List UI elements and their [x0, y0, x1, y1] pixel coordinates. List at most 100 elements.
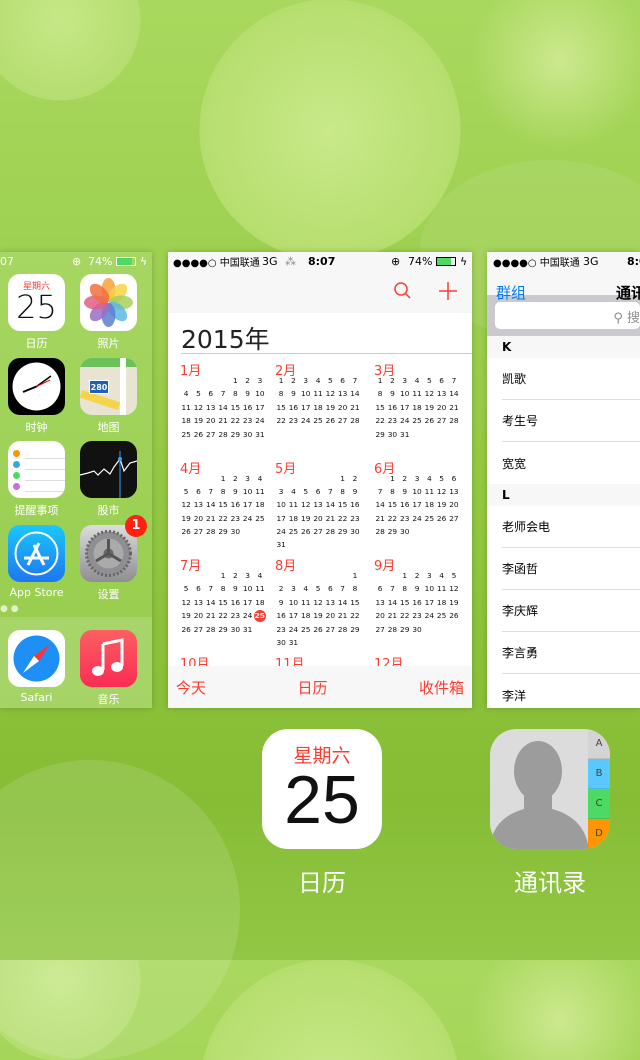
day[interactable]: 16 [411, 596, 423, 609]
day[interactable]: 11 [287, 498, 299, 511]
day[interactable]: 29 [349, 623, 361, 636]
day[interactable]: 27 [192, 623, 204, 636]
day[interactable]: 23 [349, 512, 361, 525]
day[interactable]: 16 [386, 401, 398, 414]
day[interactable]: 5 [423, 374, 435, 387]
day[interactable]: 27 [205, 428, 217, 441]
day[interactable]: 9 [229, 582, 241, 595]
day[interactable]: 30 [349, 525, 361, 538]
day[interactable]: 18 [411, 401, 423, 414]
day[interactable]: 10 [241, 582, 253, 595]
day[interactable]: 5 [300, 485, 312, 498]
day[interactable]: 23 [287, 414, 299, 427]
day[interactable]: 27 [435, 414, 447, 427]
contact-row[interactable]: 李函哲 [502, 548, 640, 590]
day[interactable]: 14 [217, 401, 229, 414]
day[interactable]: 13 [374, 596, 386, 609]
day[interactable]: 22 [386, 512, 398, 525]
day[interactable]: 13 [192, 498, 204, 511]
day[interactable]: 1 [275, 374, 287, 387]
day[interactable]: 5 [192, 387, 204, 400]
day[interactable]: 11 [411, 387, 423, 400]
switcher-calendar[interactable]: 星期六 25 日历 [262, 729, 382, 898]
day[interactable]: 9 [411, 582, 423, 595]
day[interactable]: 9 [386, 387, 398, 400]
day[interactable]: 4 [180, 387, 192, 400]
day[interactable]: 7 [336, 582, 348, 595]
day[interactable]: 25 [300, 623, 312, 636]
day[interactable]: 2 [229, 472, 241, 485]
day[interactable]: 16 [287, 401, 299, 414]
day[interactable]: 19 [423, 401, 435, 414]
calendar-app-card[interactable]: ●●●●○ 中国联通 3G ⁂ 8:07 ⊕ 74% ϟ 2015年 1月 1 2 3… [168, 252, 472, 708]
day[interactable]: 7 [386, 582, 398, 595]
contact-row[interactable]: 凯歌 [502, 358, 640, 400]
day[interactable]: 18 [254, 498, 266, 511]
day[interactable]: 28 [448, 414, 460, 427]
contact-row[interactable]: 李言勇 [502, 632, 640, 674]
day[interactable]: 7 [324, 485, 336, 498]
day[interactable]: 3 [399, 374, 411, 387]
day[interactable]: 13 [435, 387, 447, 400]
page-dots[interactable]: ● ● [0, 604, 19, 614]
day[interactable]: 8 [386, 485, 398, 498]
day[interactable]: 20 [374, 609, 386, 622]
day[interactable]: 22 [349, 609, 361, 622]
day[interactable]: 14 [205, 596, 217, 609]
day[interactable]: 3 [241, 569, 253, 582]
day[interactable]: 2 [241, 374, 253, 387]
day[interactable]: 5 [180, 485, 192, 498]
day[interactable]: 15 [374, 401, 386, 414]
day[interactable]: 1 [374, 374, 386, 387]
day[interactable]: 14 [336, 596, 348, 609]
day[interactable]: 29 [336, 525, 348, 538]
day[interactable]: 1 [349, 569, 361, 582]
day[interactable]: 14 [324, 498, 336, 511]
day[interactable]: 29 [374, 428, 386, 441]
day[interactable]: 21 [205, 609, 217, 622]
day[interactable]: 21 [324, 512, 336, 525]
day[interactable]: 24 [254, 414, 266, 427]
day[interactable]: 27 [336, 414, 348, 427]
day[interactable]: 8 [217, 582, 229, 595]
day[interactable]: 23 [399, 512, 411, 525]
day[interactable]: 2 [229, 569, 241, 582]
day[interactable]: 23 [411, 609, 423, 622]
day[interactable]: 24 [275, 525, 287, 538]
month-9[interactable]: 9月 1 2 3 4 5 6 7 8 9 10 11 12 13 14 15 16 17 18 19 20 21 22 23 2… [374, 555, 466, 636]
day[interactable]: 20 [205, 414, 217, 427]
day[interactable]: 6 [192, 582, 204, 595]
day[interactable]: 11 [180, 401, 192, 414]
day[interactable]: 15 [349, 596, 361, 609]
day[interactable]: 22 [229, 414, 241, 427]
day[interactable]: 15 [217, 498, 229, 511]
day[interactable]: 2 [275, 582, 287, 595]
day[interactable]: 12 [300, 498, 312, 511]
day[interactable]: 25 [254, 512, 266, 525]
month-2[interactable]: 2月 1 2 3 4 5 6 7 8 9 10 11 12 13 14 15 16 17 18 19 20 21 22 23 2… [275, 360, 367, 428]
day[interactable]: 30 [411, 623, 423, 636]
day[interactable]: 16 [229, 596, 241, 609]
day[interactable]: 31 [399, 428, 411, 441]
day[interactable]: 27 [448, 512, 460, 525]
day[interactable]: 10 [423, 582, 435, 595]
day[interactable]: 7 [349, 374, 361, 387]
day[interactable]: 17 [399, 401, 411, 414]
day[interactable]: 22 [275, 414, 287, 427]
day[interactable]: 25 [423, 512, 435, 525]
day[interactable]: 5 [435, 472, 447, 485]
contact-row[interactable]: 老师会电 [502, 506, 640, 548]
day[interactable]: 12 [192, 401, 204, 414]
day[interactable]: 2 [386, 374, 398, 387]
day[interactable]: 26 [180, 525, 192, 538]
day[interactable]: 6 [336, 374, 348, 387]
day[interactable]: 25 [435, 609, 447, 622]
day[interactable]: 25 [411, 414, 423, 427]
day[interactable]: 1 [217, 472, 229, 485]
day[interactable]: 1 [386, 472, 398, 485]
day[interactable]: 14 [205, 498, 217, 511]
day[interactable]: 19 [312, 609, 324, 622]
day[interactable]: 10 [287, 596, 299, 609]
day[interactable]: 11 [300, 596, 312, 609]
day[interactable]: 15 [275, 401, 287, 414]
